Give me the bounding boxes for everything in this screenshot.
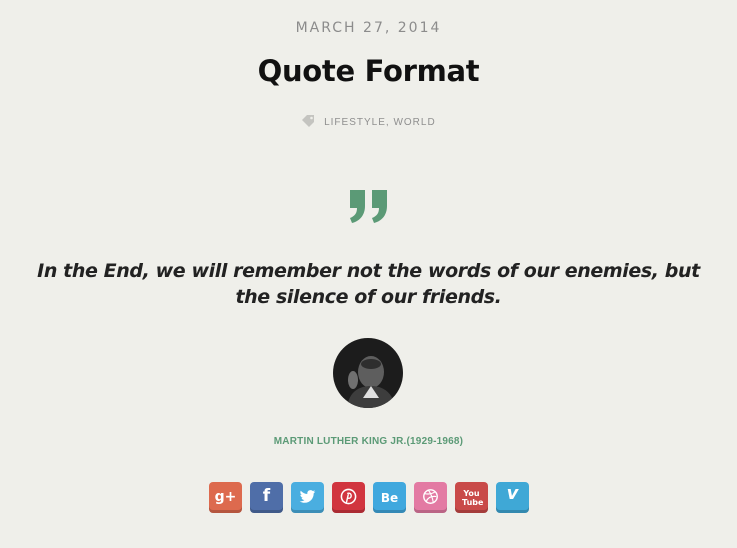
category-link-world[interactable]: WORLD [393,117,435,128]
google-plus-icon: g+ [214,489,237,505]
behance-button[interactable]: Be [373,482,406,513]
behance-icon: Be [380,491,399,505]
quote-author[interactable]: MARTIN LUTHER KING JR.(1929-1968) [0,436,737,447]
share-buttons: g+ f Be You Tube v [209,482,529,513]
pinterest-button[interactable] [332,482,365,513]
facebook-button[interactable]: f [250,482,283,513]
quote-post: MARCH 27, 2014 Quote Format LIFESTYLE, W… [0,0,737,548]
post-title[interactable]: Quote Format [0,54,737,88]
vimeo-button[interactable]: v [496,482,529,513]
quote-text: In the End, we will remember not the wor… [37,260,700,308]
tag-icon [302,115,315,127]
twitter-icon [299,490,316,503]
dribbble-icon [423,489,438,504]
youtube-button[interactable]: You Tube [455,482,488,513]
pinterest-icon [340,488,357,505]
quote-mark-icon [350,190,387,223]
google-plus-button[interactable]: g+ [209,482,242,513]
vimeo-icon: v [506,483,519,504]
post-date[interactable]: MARCH 27, 2014 [0,20,737,36]
post-categories: LIFESTYLE, WORLD [0,115,737,128]
dribbble-button[interactable] [414,482,447,513]
author-avatar [333,338,403,408]
youtube-icon: You Tube [462,489,484,507]
category-link-lifestyle[interactable]: LIFESTYLE [324,117,386,128]
twitter-button[interactable] [291,482,324,513]
facebook-icon: f [262,486,271,506]
